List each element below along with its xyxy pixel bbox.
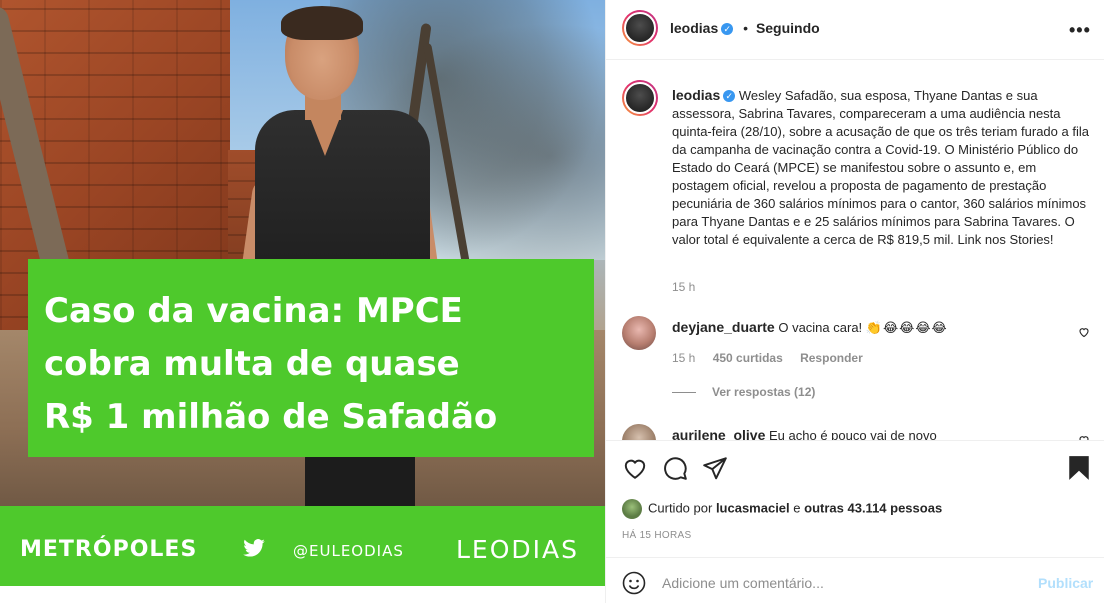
comment-item: aurilene_olive Eu acho é pouco vai de no…	[672, 427, 937, 440]
comment-username[interactable]: aurilene_olive	[672, 427, 765, 440]
verified-badge-icon: ✓	[723, 90, 736, 102]
heart-icon[interactable]	[622, 455, 648, 481]
twitter-icon	[243, 539, 265, 557]
comment-username[interactable]: deyjane_duarte	[672, 319, 775, 335]
commenter-avatar[interactable]	[622, 316, 656, 350]
following-button[interactable]: Seguindo	[756, 20, 820, 36]
leodias-logo: LEODIAS	[456, 535, 579, 564]
post-headline: Caso da vacina: MPCE cobra multa de quas…	[44, 291, 498, 437]
liker-username[interactable]: lucasmaciel	[716, 500, 790, 515]
author-avatar[interactable]	[622, 10, 658, 46]
post-header: leodias ✓ • Seguindo •••	[606, 0, 1104, 60]
emoji-icon[interactable]	[622, 571, 646, 595]
liker-avatar[interactable]	[622, 499, 642, 519]
instagram-post-modal: Caso da vacina: MPCE cobra multa de quas…	[0, 0, 1104, 603]
comment-text: O vacina cara!	[778, 320, 863, 335]
comments-section[interactable]: leodias ✓ Wesley Safadão, sua esposa, Thy…	[606, 60, 1104, 440]
post-actions: Curtido por lucasmaciel e outras 43.114 …	[606, 440, 1104, 557]
reply-button[interactable]: Responder	[800, 351, 863, 365]
twitter-handle: @EULEODIAS	[293, 542, 404, 560]
caption-time[interactable]: 15 h	[672, 280, 695, 294]
post-side-panel: leodias ✓ • Seguindo ••• leodias ✓ Wesley …	[605, 0, 1104, 603]
publish-button[interactable]: Publicar	[1038, 575, 1093, 591]
caption-text: Wesley Safadão, sua esposa, Thyane Danta…	[672, 88, 1089, 247]
commenter-avatar[interactable]	[622, 424, 656, 440]
comment-text: Eu acho é pouco vai de novo	[769, 428, 937, 440]
header-separator: •	[743, 20, 749, 36]
comment-icon[interactable]	[662, 455, 688, 481]
caption-author-avatar[interactable]	[622, 80, 658, 116]
view-replies-button[interactable]: Ver respostas (12)	[672, 385, 815, 399]
comment-likes-count[interactable]: 450 curtidas	[713, 351, 783, 365]
author-username[interactable]: leodias	[670, 20, 718, 36]
verified-badge-icon: ✓	[721, 23, 734, 35]
post-timestamp[interactable]: HÁ 15 HORAS	[622, 530, 691, 541]
more-options-icon[interactable]: •••	[1069, 20, 1091, 41]
likes-summary: Curtido por lucasmaciel e outras 43.114 …	[622, 499, 942, 519]
post-image[interactable]: Caso da vacina: MPCE cobra multa de quas…	[0, 0, 605, 603]
comment-input[interactable]	[662, 571, 1022, 595]
comment-like-icon[interactable]	[1078, 326, 1090, 338]
caption-username[interactable]: leodias	[672, 87, 720, 103]
comment-emojis: 👏😂😂😂😂	[865, 320, 948, 335]
metropoles-logo: METRÓPOLES	[20, 537, 198, 562]
comment-item: deyjane_duarte O vacina cara! 👏😂😂😂😂	[672, 319, 948, 336]
share-icon[interactable]	[702, 455, 728, 481]
post-caption: leodias ✓ Wesley Safadão, sua esposa, Thy…	[672, 86, 1092, 249]
comment-time[interactable]: 15 h	[672, 351, 695, 365]
add-comment-bar: Publicar	[606, 557, 1104, 603]
comment-meta: 15 h 450 curtidas Responder	[672, 351, 877, 365]
likes-count[interactable]: outras 43.114 pessoas	[804, 500, 942, 515]
bookmark-icon[interactable]	[1066, 455, 1092, 481]
